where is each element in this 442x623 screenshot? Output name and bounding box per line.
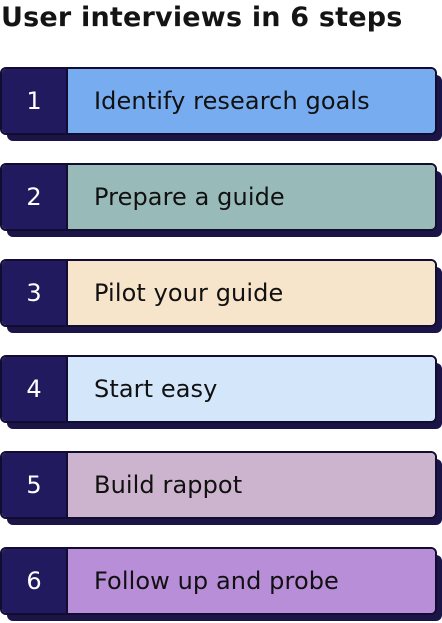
steps-list: 1 Identify research goals 2 Prepare a gu…: [0, 0, 442, 622]
step-label: Identify research goals: [68, 69, 435, 133]
step-number: 6: [2, 549, 68, 613]
step-number: 4: [2, 357, 68, 421]
step-4: 4 Start easy: [0, 355, 442, 431]
step-5: 5 Build rappot: [0, 451, 442, 527]
step-number: 1: [2, 69, 68, 133]
step-3: 3 Pilot your guide: [0, 259, 442, 335]
step-card: 1 Identify research goals: [0, 67, 437, 135]
step-label: Build rappot: [68, 453, 435, 517]
step-card: 5 Build rappot: [0, 451, 437, 519]
step-1: 1 Identify research goals: [0, 67, 442, 143]
step-card: 4 Start easy: [0, 355, 437, 423]
step-2: 2 Prepare a guide: [0, 163, 442, 239]
step-6: 6 Follow up and probe: [0, 547, 442, 623]
step-number: 2: [2, 165, 68, 229]
step-label: Pilot your guide: [68, 261, 435, 325]
step-card: 3 Pilot your guide: [0, 259, 437, 327]
step-label: Follow up and probe: [68, 549, 435, 613]
step-number: 5: [2, 453, 68, 517]
step-card: 2 Prepare a guide: [0, 163, 437, 231]
step-number: 3: [2, 261, 68, 325]
step-label: Prepare a guide: [68, 165, 435, 229]
step-card: 6 Follow up and probe: [0, 547, 437, 615]
step-label: Start easy: [68, 357, 435, 421]
